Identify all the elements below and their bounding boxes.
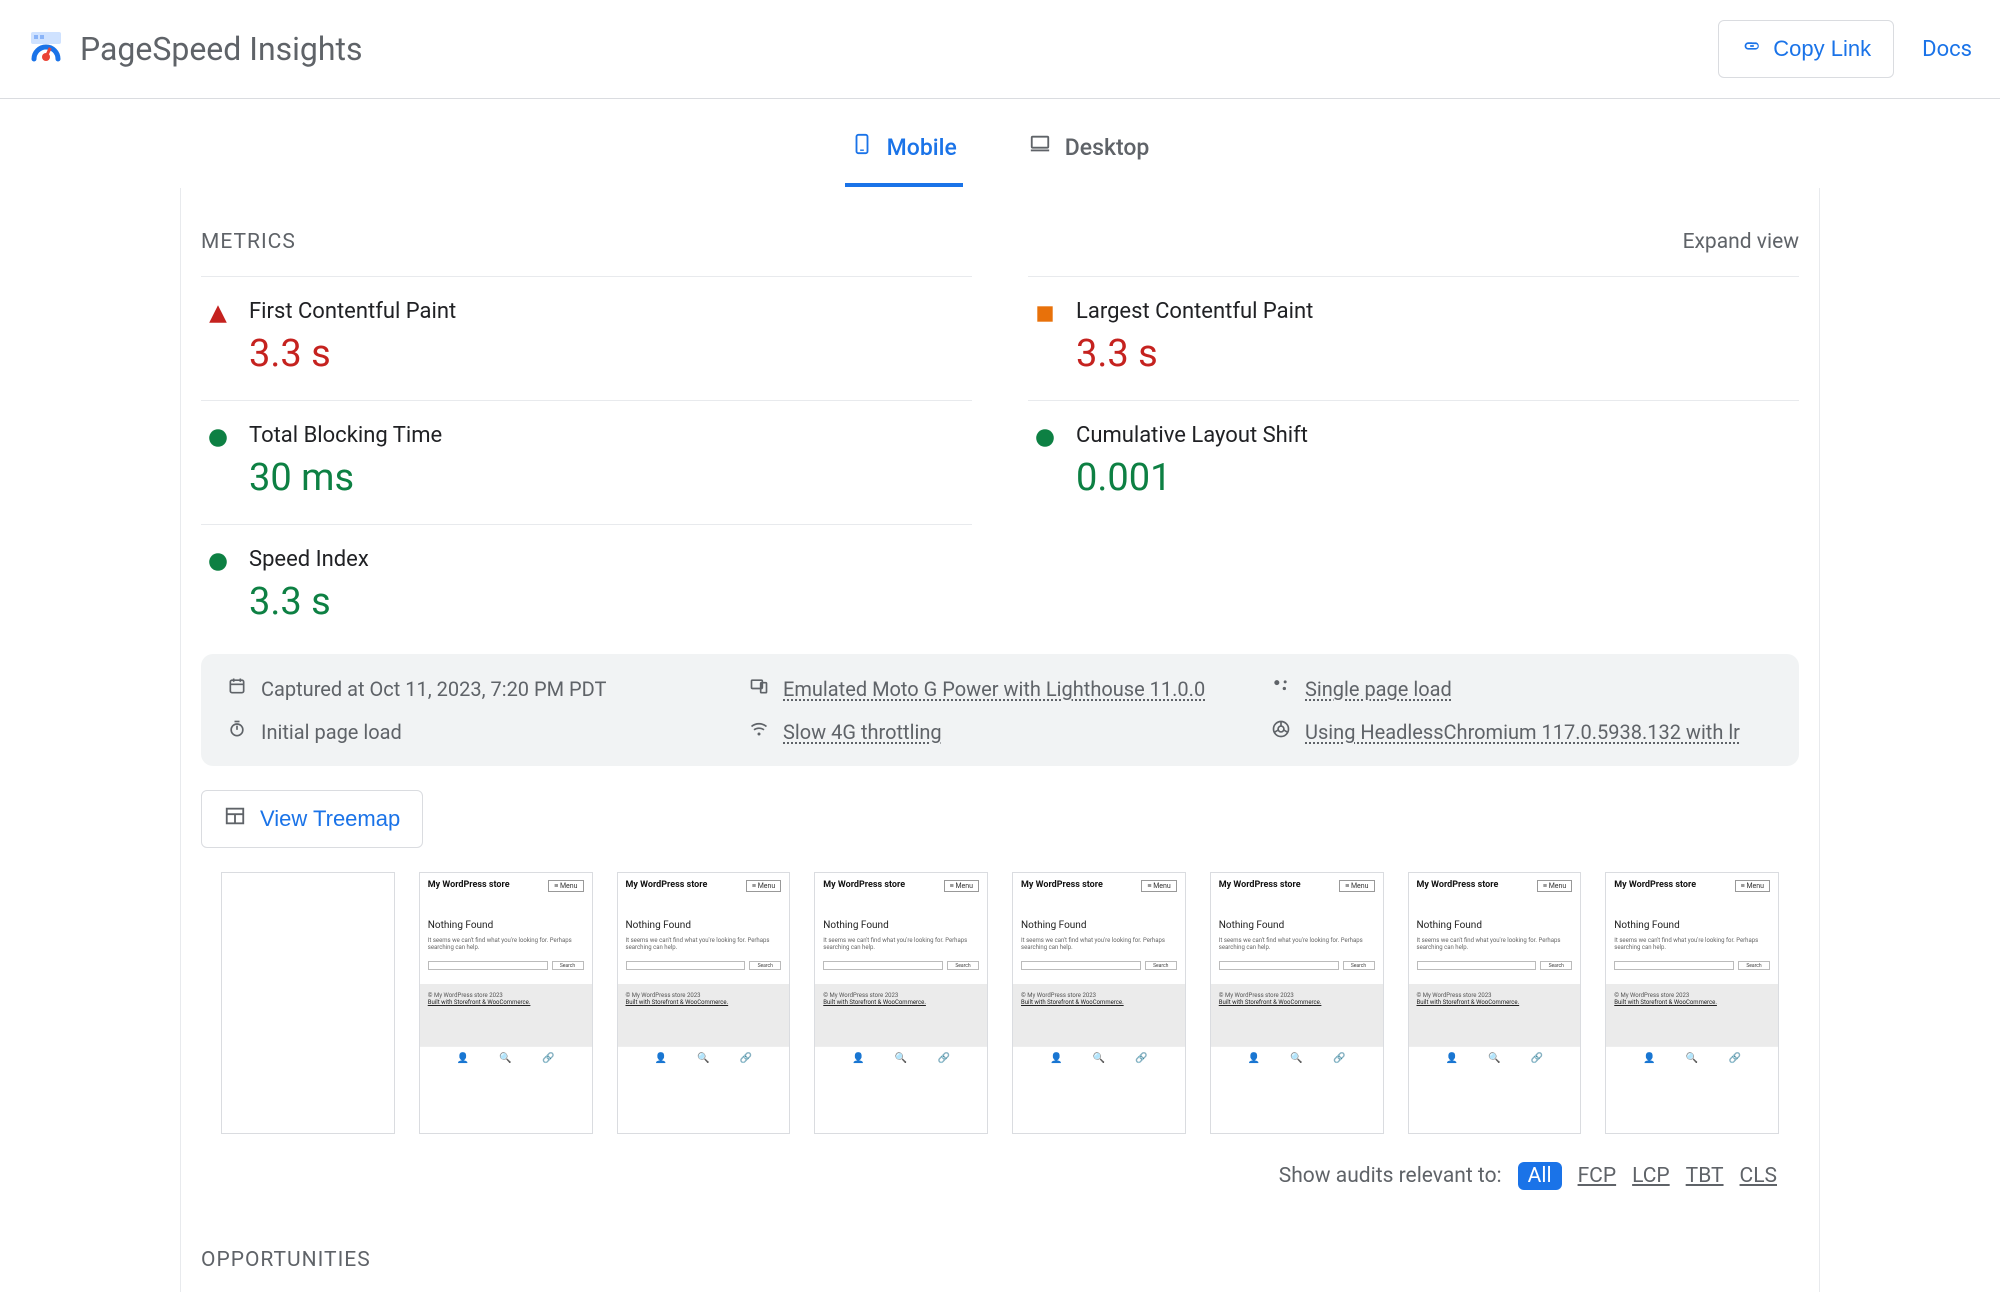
metrics-header: METRICS Expand view — [181, 188, 1819, 276]
chrome-icon — [1271, 719, 1291, 744]
metric-lcp: Largest Contentful Paint 3.3 s — [1028, 276, 1799, 400]
desktop-icon — [1029, 133, 1051, 161]
network-icon — [749, 719, 769, 744]
env-initial-load: Initial page load — [227, 719, 729, 744]
audits-filter-row: Show audits relevant to: All FCP LCP TBT… — [181, 1162, 1819, 1210]
metric-cls: Cumulative Layout Shift 0.001 — [1028, 400, 1799, 524]
metric-label: Total Blocking Time — [249, 423, 442, 448]
filmstrip-frame[interactable]: My WordPress store≡ Menu Nothing FoundIt… — [617, 872, 791, 1134]
brand-title: PageSpeed Insights — [80, 30, 363, 68]
status-fail-icon — [207, 299, 229, 376]
filmstrip-frame[interactable]: My WordPress store≡ Menu Nothing FoundIt… — [1210, 872, 1384, 1134]
env-captured: Captured at Oct 11, 2023, 7:20 PM PDT — [227, 676, 729, 701]
view-treemap-label: View Treemap — [260, 806, 400, 832]
environment-panel: Captured at Oct 11, 2023, 7:20 PM PDT Em… — [201, 654, 1799, 766]
timer-icon — [227, 719, 247, 744]
filter-chip-tbt[interactable]: TBT — [1686, 1164, 1724, 1188]
filmstrip-frame[interactable] — [221, 872, 395, 1134]
env-captured-text: Captured at Oct 11, 2023, 7:20 PM PDT — [261, 677, 606, 701]
metric-value: 3.3 s — [249, 580, 369, 624]
devices-icon — [749, 676, 769, 701]
tab-desktop-label: Desktop — [1065, 134, 1150, 161]
env-initial-load-text: Initial page load — [261, 720, 402, 744]
expand-view-toggle[interactable]: Expand view — [1683, 230, 1799, 254]
status-warn-icon — [1034, 299, 1056, 376]
filter-chip-all[interactable]: All — [1518, 1162, 1562, 1190]
filmstrip-frame[interactable]: My WordPress store≡ Menu Nothing FoundIt… — [1408, 872, 1582, 1134]
tab-desktop[interactable]: Desktop — [1023, 123, 1156, 187]
filter-chip-cls[interactable]: CLS — [1740, 1164, 1777, 1188]
view-treemap-button[interactable]: View Treemap — [201, 790, 423, 848]
mobile-icon — [851, 133, 873, 161]
env-single-load-text: Single page load — [1305, 677, 1452, 701]
metric-label: First Contentful Paint — [249, 299, 456, 324]
status-pass-icon — [1034, 423, 1056, 500]
metric-value: 0.001 — [1076, 456, 1308, 500]
docs-link[interactable]: Docs — [1922, 37, 1972, 62]
tab-mobile-label: Mobile — [887, 134, 957, 161]
metric-value: 30 ms — [249, 456, 442, 500]
status-pass-icon — [207, 423, 229, 500]
filter-chip-fcp[interactable]: FCP — [1578, 1164, 1617, 1188]
env-throttling[interactable]: Slow 4G throttling — [749, 719, 1251, 744]
filmstrip-frame[interactable]: My WordPress store≡ Menu Nothing FoundIt… — [1012, 872, 1186, 1134]
copy-link-button[interactable]: Copy Link — [1718, 20, 1894, 78]
metric-value: 3.3 s — [249, 332, 456, 376]
metric-label: Largest Contentful Paint — [1076, 299, 1313, 324]
metric-label: Cumulative Layout Shift — [1076, 423, 1308, 448]
brand: PageSpeed Insights — [28, 29, 363, 69]
device-tabs: Mobile Desktop — [0, 99, 2000, 188]
env-emulated-text: Emulated Moto G Power with Lighthouse 11… — [783, 677, 1205, 701]
copy-link-label: Copy Link — [1773, 36, 1871, 62]
env-throttling-text: Slow 4G throttling — [783, 720, 942, 744]
metric-tbt: Total Blocking Time 30 ms — [201, 400, 972, 524]
metric-si: Speed Index 3.3 s — [201, 524, 972, 648]
treemap-icon — [224, 805, 246, 833]
metric-label: Speed Index — [249, 547, 369, 572]
metric-value: 3.3 s — [1076, 332, 1313, 376]
audits-filter-label: Show audits relevant to: — [1279, 1164, 1502, 1188]
scatter-icon — [1271, 676, 1291, 701]
status-pass-icon — [207, 547, 229, 624]
header-actions: Copy Link Docs — [1718, 20, 1972, 78]
env-single-load[interactable]: Single page load — [1271, 676, 1773, 701]
opportunities-title: OPPORTUNITIES — [181, 1210, 1819, 1272]
app-header: PageSpeed Insights Copy Link Docs — [0, 0, 2000, 99]
filmstrip-frame[interactable]: My WordPress store≡ Menu Nothing FoundIt… — [814, 872, 988, 1134]
metrics-grid: First Contentful Paint 3.3 s Largest Con… — [181, 276, 1819, 648]
env-browser[interactable]: Using HeadlessChromium 117.0.5938.132 wi… — [1271, 719, 1773, 744]
filmstrip-frame[interactable]: My WordPress store≡ Menu Nothing FoundIt… — [419, 872, 593, 1134]
env-emulated[interactable]: Emulated Moto G Power with Lighthouse 11… — [749, 676, 1251, 701]
filmstrip: My WordPress store≡ Menu Nothing FoundIt… — [181, 872, 1819, 1162]
calendar-icon — [227, 676, 247, 701]
filmstrip-frame[interactable]: My WordPress store≡ Menu Nothing FoundIt… — [1605, 872, 1779, 1134]
metric-fcp: First Contentful Paint 3.3 s — [201, 276, 972, 400]
pagespeed-logo-icon — [28, 29, 64, 69]
link-icon — [1741, 35, 1763, 63]
metrics-title: METRICS — [201, 230, 296, 254]
filter-chip-lcp[interactable]: LCP — [1632, 1164, 1670, 1188]
env-browser-text: Using HeadlessChromium 117.0.5938.132 wi… — [1305, 720, 1740, 744]
tab-mobile[interactable]: Mobile — [845, 123, 963, 187]
main-content: METRICS Expand view First Contentful Pai… — [180, 188, 1820, 1292]
